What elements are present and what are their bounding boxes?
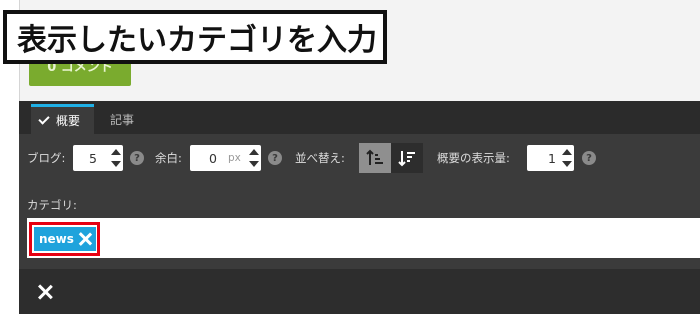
sort-label: 並べ替え: [295,151,345,165]
sort-ascending-button[interactable] [359,143,391,173]
tab-bar: 概要 記事 [19,101,700,134]
summary-count-label: 概要の表示量: [437,151,510,165]
tab-articles-label: 記事 [110,112,135,127]
blog-setting: ブログ: [27,145,65,171]
annotation-title: 表示したいカテゴリを入力 [3,10,387,64]
check-icon [38,113,50,125]
remove-tag-icon[interactable] [78,232,92,246]
blog-count-value: 5 [89,150,97,166]
category-label: カテゴリ: [27,198,77,212]
sort-descending-icon [398,151,415,167]
increment-icon[interactable] [249,149,259,155]
blog-count-stepper[interactable]: 5 [73,145,123,171]
bottom-bar [19,269,700,314]
summary-count-stepper[interactable]: 1 [527,145,574,171]
margin-stepper[interactable]: 0 px [190,145,261,171]
margin-label: 余白: [155,151,182,165]
sort-descending-button[interactable] [391,143,423,173]
margin-value: 0 [209,150,217,166]
decrement-icon[interactable] [562,161,572,167]
summary-count-value: 1 [548,150,556,166]
category-input[interactable] [27,218,700,258]
help-icon[interactable]: ? [130,151,144,165]
tab-articles[interactable]: 記事 [103,104,143,134]
category-tag-label: news [39,232,74,246]
category-tag[interactable]: news [34,227,96,251]
close-icon[interactable] [38,285,52,299]
margin-unit: px [228,152,241,164]
increment-icon[interactable] [562,149,572,155]
tab-summary-label: 概要 [56,114,81,128]
increment-icon[interactable] [111,149,121,155]
help-icon[interactable]: ? [268,151,282,165]
sort-ascending-icon [366,149,383,165]
block-settings-panel: 概要 記事 ブログ: 5 ? 余白: 0 px ? 並べ替え: 概要の表示量: … [19,101,700,314]
decrement-icon[interactable] [249,161,259,167]
decrement-icon[interactable] [111,161,121,167]
annotation-title-text: 表示したいカテゴリを入力 [17,23,377,58]
blog-label: ブログ: [27,151,66,165]
help-icon[interactable]: ? [582,151,596,165]
tab-summary[interactable]: 概要 [31,104,94,134]
